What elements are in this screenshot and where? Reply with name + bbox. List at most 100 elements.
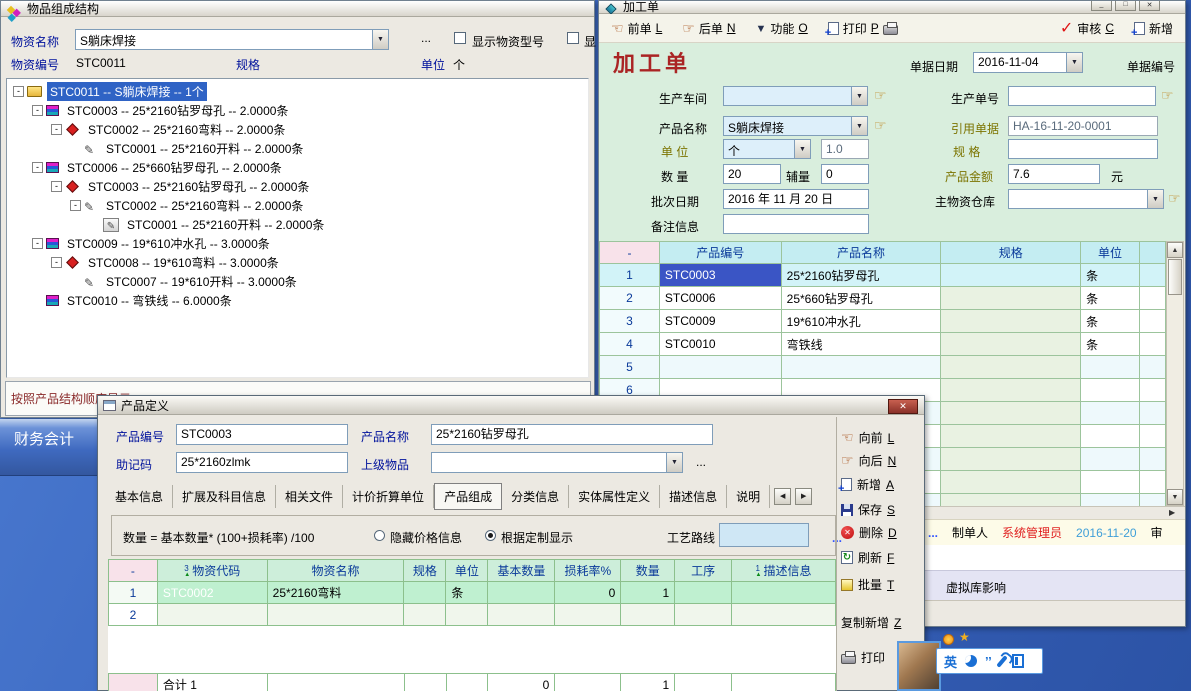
dlg-col-header[interactable]: 基本数量	[488, 560, 555, 582]
product-picker-hand-icon[interactable]	[874, 117, 887, 134]
cell-desc[interactable]	[732, 604, 836, 626]
po-spec-input[interactable]	[1008, 139, 1158, 159]
chevron-down-icon[interactable]: ▼	[851, 117, 867, 135]
material-name-combo[interactable]: S躺床焊接 ▼	[75, 29, 389, 50]
chevron-down-icon[interactable]: ▼	[1066, 53, 1082, 72]
cell-name[interactable]	[267, 604, 404, 626]
tree-expander[interactable]: -	[51, 181, 62, 192]
cell-spec[interactable]	[941, 402, 1081, 425]
star-icon[interactable]: ★	[959, 630, 970, 644]
remark-input[interactable]	[723, 214, 869, 234]
cell-name[interactable]: 25*2160弯料	[267, 582, 404, 604]
tab-描述信息[interactable]: 描述信息	[660, 485, 727, 508]
footer-more-button[interactable]: ...	[928, 526, 938, 540]
tree-item-label[interactable]: STC0002 -- 25*2160弯料 -- 2.0000条	[103, 196, 306, 215]
desktop-photo-thumbnail[interactable]	[897, 641, 941, 691]
tree-item-label[interactable]: STC0010 -- 弯铁线 -- 6.0000条	[64, 291, 235, 310]
cell-x[interactable]	[1140, 287, 1166, 310]
chevron-down-icon[interactable]: ▼	[372, 30, 388, 49]
cell-spec[interactable]	[941, 471, 1081, 494]
tab-基本信息[interactable]: 基本信息	[106, 485, 173, 508]
tab-相关文件[interactable]: 相关文件	[276, 485, 343, 508]
tree-item-label[interactable]: STC0006 -- 25*660钻罗母孔 -- 2.0000条	[64, 158, 285, 177]
tree-expander[interactable]: -	[32, 238, 43, 249]
tree-item-label[interactable]: STC0003 -- 25*2160钻罗母孔 -- 2.0000条	[85, 177, 312, 196]
cell-code[interactable]: STC0002	[157, 582, 267, 604]
table-row[interactable]: 1STC000325*2160钻罗母孔条	[600, 264, 1166, 287]
table-row[interactable]: 2STC000625*660钻罗母孔条	[600, 287, 1166, 310]
cell-unit[interactable]	[1081, 448, 1140, 471]
ime-language-button[interactable]: 英	[944, 652, 957, 671]
aux-qty-input[interactable]: 0	[821, 164, 869, 184]
po-table-scrollbar[interactable]: ▲ ▼	[1166, 241, 1184, 506]
toolbar-next-button[interactable]: 后单N	[682, 20, 735, 37]
wrench-icon[interactable]	[996, 655, 1007, 668]
cell-loss[interactable]	[555, 604, 621, 626]
material-browse-button[interactable]: ...	[421, 31, 431, 45]
cell-unit[interactable]: 条	[1081, 333, 1140, 356]
tree-expander[interactable]: -	[51, 124, 62, 135]
cell-code[interactable]: STC0003	[659, 264, 781, 287]
cell-code[interactable]: STC0009	[659, 310, 781, 333]
cell-unit[interactable]: 条	[1081, 287, 1140, 310]
dialog-保存-button[interactable]: 保存S	[841, 501, 924, 518]
cell-x[interactable]	[1140, 448, 1166, 471]
dlg-col-header[interactable]: 3▲物资代码	[157, 560, 267, 582]
tree-item-label[interactable]: STC0009 -- 19*610冲水孔 -- 3.0000条	[64, 234, 273, 253]
toolbar-audit-button[interactable]: 审核C	[1060, 18, 1114, 38]
pane-arrow-icon[interactable]: ▶	[1169, 508, 1175, 517]
cell-qty[interactable]	[621, 604, 675, 626]
dialog-向后-button[interactable]: 向后N	[841, 452, 924, 469]
toolbar-prev-button[interactable]: 前单L	[611, 20, 662, 37]
moon-icon[interactable]	[965, 655, 977, 667]
cell-spec[interactable]	[404, 582, 446, 604]
dialog-刷新-button[interactable]: 刷新F	[841, 549, 924, 566]
dlg-components-table[interactable]: -3▲物资代码物资名称规格单位基本数量损耗率%数量工序1▲描述信息1STC000…	[108, 559, 836, 626]
cell-unit[interactable]	[1081, 471, 1140, 494]
bom-tree[interactable]: -STC0011 -- S躺床焊接 -- 1个-STC0003 -- 25*21…	[6, 78, 589, 378]
tab-分类信息[interactable]: 分类信息	[502, 485, 569, 508]
workshop-picker-hand-icon[interactable]	[874, 87, 887, 104]
dialog-批量-button[interactable]: 批量T	[841, 576, 924, 593]
dialog-close-button[interactable]: ✕	[888, 399, 918, 414]
close-button[interactable]: ✕	[1139, 1, 1160, 11]
cell-base[interactable]	[488, 604, 555, 626]
dlg-mnemonic-input[interactable]: 25*2160zlmk	[176, 452, 348, 473]
maximize-button[interactable]: □	[1115, 1, 1136, 11]
cell-spec[interactable]	[941, 379, 1081, 402]
doc-date-combo[interactable]: 2016-11-04 ▼	[973, 52, 1083, 73]
dialog-新增-button[interactable]: 新增A	[841, 476, 924, 493]
chevron-down-icon[interactable]: ▼	[1147, 190, 1163, 208]
cell-no[interactable]: 1	[600, 264, 660, 287]
table-row[interactable]: 1STC000225*2160弯料条01	[109, 582, 836, 604]
cell-qty[interactable]: 1	[621, 582, 675, 604]
show-extra-checkbox[interactable]	[567, 32, 579, 44]
tree-expander[interactable]: -	[13, 86, 24, 97]
po-col-header[interactable]: 单位	[1081, 242, 1140, 264]
cell-code[interactable]: STC0010	[659, 333, 781, 356]
cell-no[interactable]: 1	[109, 582, 158, 604]
qty-input[interactable]: 20	[723, 164, 781, 184]
cell-base[interactable]	[488, 582, 555, 604]
tree-item-label[interactable]: STC0002 -- 25*2160弯料 -- 2.0000条	[85, 120, 288, 139]
dlg-name-input[interactable]: 25*2160钻罗母孔	[431, 424, 713, 445]
tab-计价折算单位[interactable]: 计价折算单位	[343, 485, 434, 508]
punctuation-button[interactable]: ’’	[985, 654, 992, 669]
cell-name[interactable]: 弯铁线	[781, 333, 941, 356]
tree-expander[interactable]: -	[32, 162, 43, 173]
route-input[interactable]	[719, 523, 809, 547]
dlg-col-header[interactable]: 工序	[675, 560, 732, 582]
dialog-复制新增-button[interactable]: 复制新增Z	[841, 614, 924, 631]
cell-loss[interactable]: 0	[555, 582, 621, 604]
scrollbar-thumb[interactable]	[1168, 259, 1182, 295]
cell-spec[interactable]	[941, 448, 1081, 471]
cell-x[interactable]	[1140, 333, 1166, 356]
cell-name[interactable]: 25*2160钻罗母孔	[781, 264, 941, 287]
tree-item-label[interactable]: STC0001 -- 25*2160开料 -- 2.0000条	[103, 139, 306, 158]
warehouse-combo[interactable]: ▼	[1008, 189, 1164, 209]
cell-x[interactable]	[1140, 379, 1166, 402]
cell-spec[interactable]	[941, 264, 1081, 287]
table-row[interactable]: 2	[109, 604, 836, 626]
workshop-combo[interactable]: ▼	[723, 86, 868, 106]
minimize-button[interactable]: _	[1091, 1, 1112, 11]
